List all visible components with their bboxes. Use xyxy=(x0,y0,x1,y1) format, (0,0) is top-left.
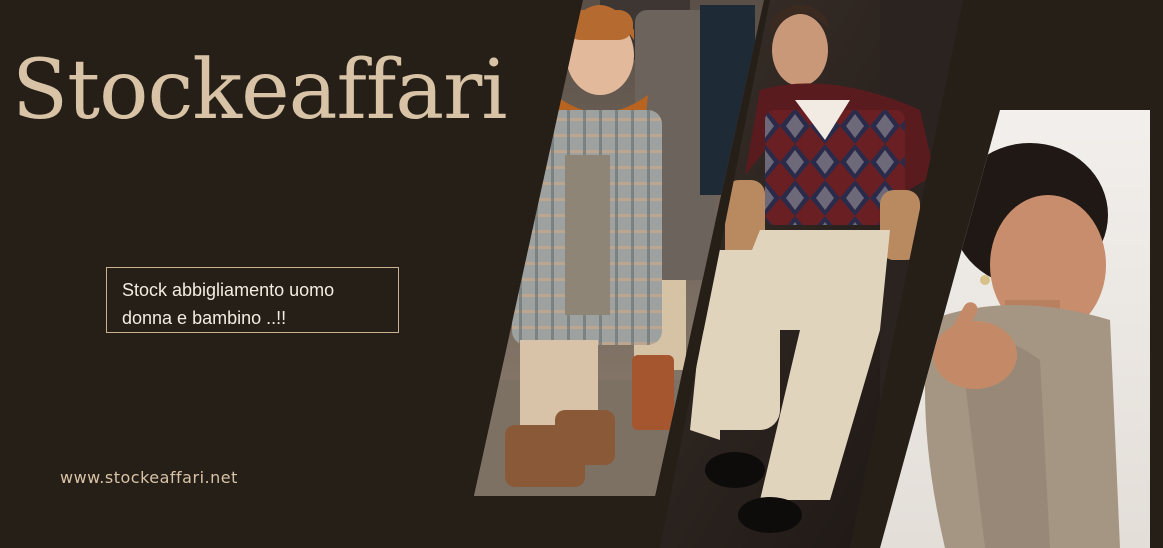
promo-banner: Stockeaffari Stock abbigliamento uomo do… xyxy=(0,0,1163,548)
photo-collage xyxy=(474,0,1150,548)
